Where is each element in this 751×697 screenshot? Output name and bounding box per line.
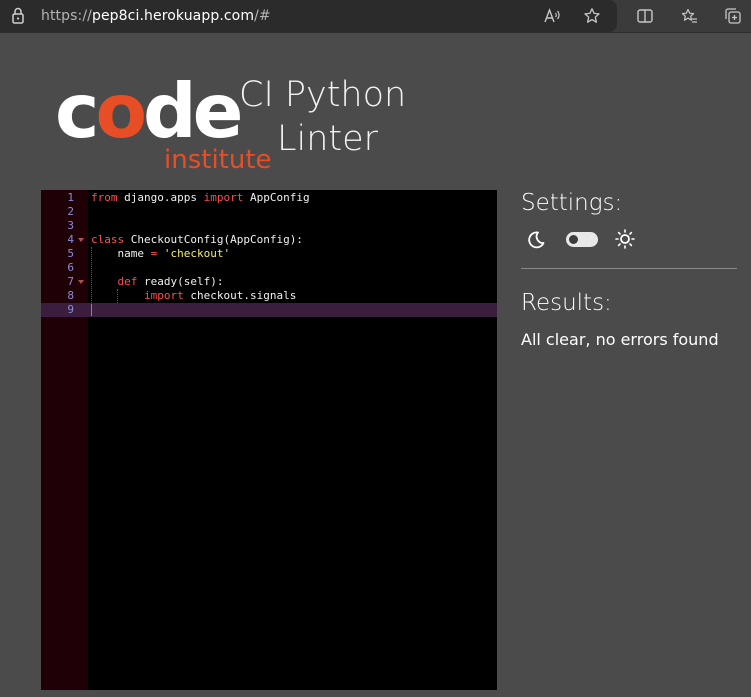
url-scheme: https://: [41, 8, 92, 24]
fold-arrow-icon[interactable]: [78, 238, 84, 242]
line-number: 5: [67, 247, 74, 260]
logo-word: code: [55, 70, 241, 155]
line-number: 7: [67, 275, 74, 288]
text-cursor: [91, 304, 92, 316]
split-screen-icon[interactable]: [636, 7, 654, 25]
code-line[interactable]: 7 def ready(self):: [41, 275, 497, 289]
fold-arrow-icon[interactable]: [78, 280, 84, 284]
line-number: 4: [67, 233, 74, 246]
code-line[interactable]: 5 name = 'checkout': [41, 247, 497, 261]
results-message: All clear, no errors found: [521, 330, 719, 349]
favorite-star-icon[interactable]: [583, 7, 601, 25]
line-number: 1: [67, 191, 74, 204]
code-line[interactable]: 3: [41, 219, 497, 233]
address-bar[interactable]: https://pep8ci.herokuapp.com/#: [0, 0, 617, 32]
code-line[interactable]: 2: [41, 205, 497, 219]
page-title: CI Python Linter: [239, 73, 406, 161]
line-number: 9: [67, 303, 74, 316]
toggle-knob: [569, 235, 578, 244]
code-line[interactable]: 4 class CheckoutConfig(AppConfig):: [41, 233, 497, 247]
url-host: pep8ci.herokuapp.com: [91, 8, 255, 24]
code-text: import checkout.signals: [143, 289, 297, 302]
code-line[interactable]: 1 from django.apps import AppConfig: [41, 191, 497, 205]
favorites-icon[interactable]: [680, 7, 698, 25]
line-number: 3: [67, 219, 74, 232]
moon-icon: [526, 230, 546, 250]
browser-toolbar: https://pep8ci.herokuapp.com/#: [0, 0, 751, 33]
url-text[interactable]: https://pep8ci.herokuapp.com/#: [41, 8, 271, 24]
indent-guide: [117, 289, 119, 303]
code-editor[interactable]: 1 from django.apps import AppConfig 2 3 4 cla…: [41, 190, 497, 690]
settings-heading: Settings:: [521, 190, 623, 216]
code-text: class CheckoutConfig(AppConfig):: [91, 233, 303, 246]
code-lines[interactable]: 1 from django.apps import AppConfig 2 3 4 cla…: [41, 190, 497, 317]
collections-icon[interactable]: [724, 7, 742, 25]
code-line[interactable]: 6: [41, 261, 497, 275]
read-aloud-icon[interactable]: [543, 7, 561, 25]
title-line-2: Linter: [277, 119, 379, 159]
results-heading: Results:: [521, 290, 612, 316]
panel-divider: [521, 268, 737, 269]
sun-icon: [615, 229, 635, 249]
code-text: name = 'checkout': [91, 247, 231, 260]
code-line[interactable]: 8 import checkout.signals: [41, 289, 497, 303]
theme-toggle[interactable]: [566, 232, 598, 247]
line-number: 6: [67, 261, 74, 274]
lock-icon[interactable]: [10, 7, 26, 25]
code-text: from django.apps import AppConfig: [91, 191, 310, 204]
code-text: def ready(self):: [117, 275, 224, 288]
indent-guide: [91, 247, 92, 303]
line-number: 8: [67, 289, 74, 302]
line-number: 2: [67, 205, 74, 218]
code-line[interactable]: 9: [41, 303, 497, 317]
url-path: /#: [254, 8, 271, 24]
title-line-1: CI Python: [239, 75, 407, 115]
